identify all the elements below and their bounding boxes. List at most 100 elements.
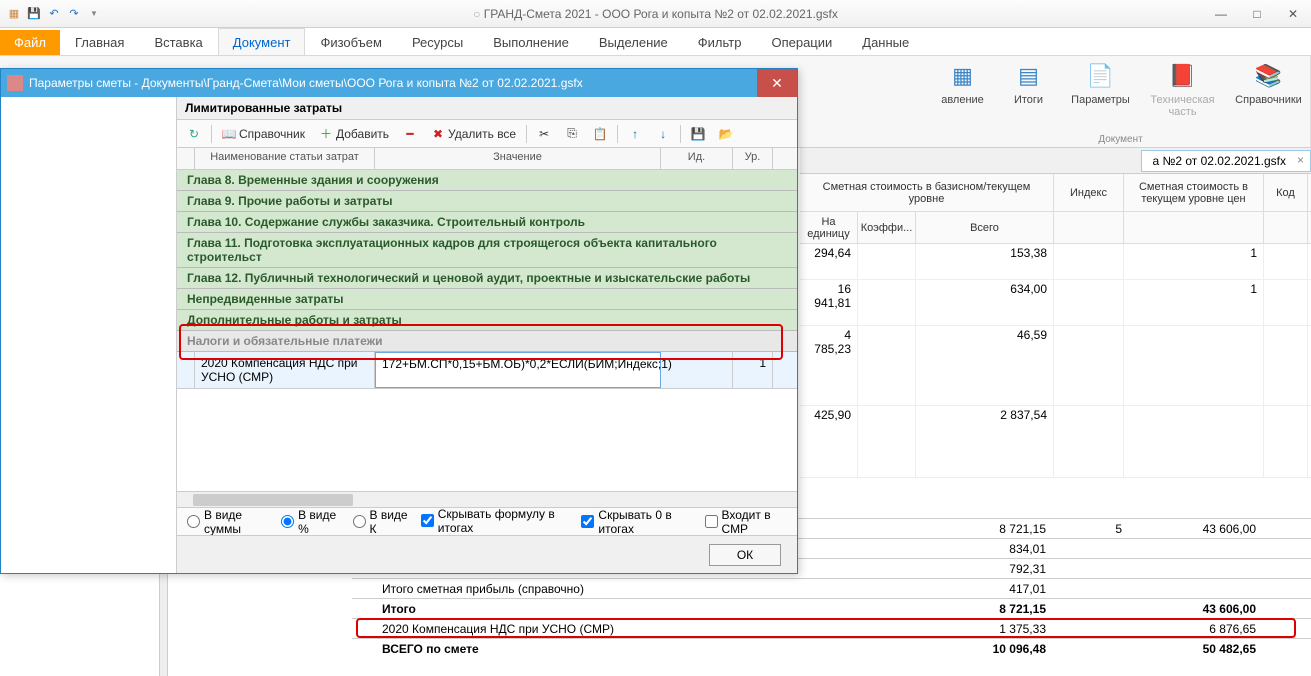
opt-in-smr[interactable]: Входит в СМР [705,508,787,536]
dialog-nav-placeholder [1,97,176,573]
arrow-down-icon: ↓ [656,127,670,141]
parameters-dialog: Параметры сметы - Документы\Гранд-Смета\… [0,68,798,574]
table-row[interactable]: 294,64 153,38 1 [800,244,1311,280]
horizontal-scrollbar[interactable] [177,491,797,507]
book-icon: 📕 [1167,60,1199,92]
list-icon: 📄 [1085,60,1117,92]
techpart-button[interactable]: 📕 Техническая часть [1143,60,1223,118]
add-button[interactable]: ＋Добавить [315,125,393,143]
tab-filter[interactable]: Фильтр [683,28,757,55]
refresh-button[interactable]: ↻ [183,125,205,143]
chapter-row[interactable]: Непредвиденные затраты [177,289,797,310]
grid-sum-icon: ▤ [1013,60,1045,92]
ribbon-group-document: ▦ авление ▤ Итоги 📄 Параметры 📕 Техничес… [931,56,1311,147]
table-row[interactable]: 16 941,81 634,00 1 [800,280,1311,326]
table-row[interactable]: 4 785,23 46,59 [800,326,1311,406]
folder-open-icon: 📂 [719,127,733,141]
col-id[interactable]: Ид. [661,148,733,169]
opt-sum[interactable]: В виде суммы [187,508,269,536]
summary-row-total[interactable]: Итого8 721,1543 606,00 [352,598,1311,618]
chapter-row[interactable]: Глава 10. Содержание службы заказчика. С… [177,212,797,233]
refresh-icon: ↻ [187,127,201,141]
document-tab[interactable]: а №2 от 02.02.2021.gsfx [1141,150,1311,172]
dialog-close-button[interactable]: ✕ [757,69,797,97]
paste-icon: 📋 [593,127,607,141]
close-button[interactable]: ✕ [1275,3,1311,25]
col-coef: Коэффи... [858,212,916,243]
parameters-button[interactable]: 📄 Параметры [1065,60,1137,118]
minimize-button[interactable]: — [1203,3,1239,25]
chapter-row-dim[interactable]: Налоги и обязательные платежи [177,331,797,352]
totals-button[interactable]: ▤ Итоги [999,60,1059,118]
entry-name[interactable]: 2020 Компенсация НДС при УСНО (СМР) [195,352,375,388]
chapter-row[interactable]: Глава 8. Временные здания и сооружения [177,170,797,191]
file-tab[interactable]: Файл [0,30,60,55]
tab-physvolume[interactable]: Физобъем [305,28,397,55]
paste-button[interactable]: 📋 [589,125,611,143]
tab-operations[interactable]: Операции [756,28,847,55]
dialog-list: Глава 8. Временные здания и сооружения Г… [177,170,797,491]
book-open-icon: 📖 [222,127,236,141]
summary-row-grand[interactable]: ВСЕГО по смете10 096,4850 482,65 [352,638,1311,658]
delete-all-button[interactable]: ✖Удалить все [427,125,520,143]
move-up-button[interactable]: ↑ [624,125,646,143]
col-name[interactable]: Наименование статьи затрат [195,148,375,169]
references-button[interactable]: 📚 Справочники [1229,60,1309,118]
summary-row[interactable]: Итого сметная прибыль (справочно)417,01 [352,578,1311,598]
opt-pct[interactable]: В виде % [281,508,340,536]
grid-body: 294,64 153,38 1 16 941,81 634,00 1 4 785… [800,244,1311,478]
ribbon-tabs: Файл Главная Вставка Документ Физобъем Р… [0,28,1311,56]
undo-icon[interactable]: ↶ [46,6,62,22]
document-tabstrip: а №2 от 02.02.2021.gsfx [800,148,1311,174]
copy-button[interactable]: ⎘ [561,125,583,143]
save-icon[interactable]: 💾 [26,6,42,22]
col-level[interactable]: Ур. [733,148,773,169]
view-button[interactable]: ▦ авление [933,60,993,118]
opt-hide-zero[interactable]: Скрывать 0 в итогах [581,508,692,536]
tab-data[interactable]: Данные [847,28,924,55]
opt-k[interactable]: В виде К [353,508,409,536]
entry-row[interactable]: 2020 Компенсация НДС при УСНО (СМР) 172+… [177,352,797,389]
chapter-row[interactable]: Глава 11. Подготовка эксплуатационных ка… [177,233,797,268]
tab-main[interactable]: Главная [60,28,139,55]
chapter-row[interactable]: Глава 9. Прочие работы и затраты [177,191,797,212]
dialog-icon [7,75,23,91]
ribbon-group-label: Документ [1098,134,1142,145]
summary-row-nds[interactable]: 2020 Компенсация НДС при УСНО (СМР)1 375… [352,618,1311,638]
window-title: ○ ГРАНД-Смета 2021 - ООО Рога и копыта №… [108,6,1203,21]
disk-icon: 💾 [691,127,705,141]
books-icon: 📚 [1253,60,1285,92]
tab-resources[interactable]: Ресурсы [397,28,478,55]
table-row[interactable]: 425,90 2 837,54 [800,406,1311,478]
col-code: Код [1264,174,1308,211]
col-cost-base: Сметная стоимость в базисном/текущем уро… [800,174,1054,211]
plus-icon: ＋ [319,127,333,141]
move-down-button[interactable]: ↓ [652,125,674,143]
minus-icon: ━ [403,127,417,141]
ok-button[interactable]: ОК [709,544,781,566]
reference-button[interactable]: 📖Справочник [218,125,309,143]
maximize-button[interactable]: □ [1239,3,1275,25]
titlebar: ▦ 💾 ↶ ↷ ▼ ○ ГРАНД-Смета 2021 - ООО Рога … [0,0,1311,28]
cut-button[interactable]: ✂ [533,125,555,143]
save-tb-button[interactable]: 💾 [687,125,709,143]
table-icon: ▦ [947,60,979,92]
tab-insert[interactable]: Вставка [139,28,217,55]
entry-level: 1 [733,352,773,388]
qat-dropdown-icon[interactable]: ▼ [86,6,102,22]
chapter-row[interactable]: Глава 12. Публичный технологический и це… [177,268,797,289]
scrollbar-thumb[interactable] [193,494,353,506]
col-index: Индекс [1054,174,1124,211]
dialog-titlebar[interactable]: Параметры сметы - Документы\Гранд-Смета\… [1,69,797,97]
tab-selection[interactable]: Выделение [584,28,683,55]
entry-value-input[interactable]: 172+БМ.СП*0,15+БМ.ОБ)*0,2*ЕСЛИ(БИМ;Индек… [375,352,661,388]
open-tb-button[interactable]: 📂 [715,125,737,143]
tab-document[interactable]: Документ [218,28,306,55]
opt-hide-formula[interactable]: Скрывать формулу в итогах [421,507,570,537]
chapter-row[interactable]: Дополнительные работы и затраты [177,310,797,331]
delete-one-button[interactable]: ━ [399,125,421,143]
redo-icon[interactable]: ↷ [66,6,82,22]
dialog-section-title: Лимитированные затраты [177,97,797,120]
tab-execution[interactable]: Выполнение [478,28,584,55]
col-value[interactable]: Значение [375,148,661,169]
